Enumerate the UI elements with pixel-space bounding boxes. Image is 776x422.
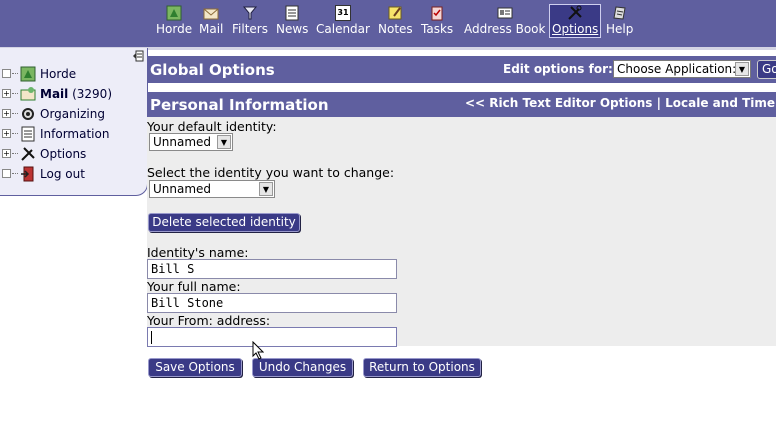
from-address-input[interactable] bbox=[147, 327, 397, 347]
chevron-down-icon: ▼ bbox=[217, 135, 231, 149]
tree-node-icon bbox=[2, 169, 11, 178]
page-title: Global Options bbox=[150, 61, 275, 79]
sidebar-item-label: Mail (3290) bbox=[40, 86, 112, 101]
tree-connector bbox=[12, 153, 18, 154]
horde-icon bbox=[166, 5, 182, 21]
return-to-options-button[interactable]: Return to Options bbox=[363, 358, 481, 377]
chevron-down-icon: ▼ bbox=[735, 62, 749, 76]
full-name-label: Your full name: bbox=[147, 279, 241, 294]
sidebar-item-label: Horde bbox=[40, 66, 77, 81]
text-caret bbox=[151, 331, 152, 344]
nav-label: Address Book bbox=[464, 22, 546, 36]
default-identity-label: Your default identity: bbox=[147, 119, 277, 134]
nav-horde[interactable]: Horde bbox=[156, 5, 192, 39]
nav-tasks[interactable]: Tasks bbox=[421, 5, 453, 39]
sidebar-item-label: Log out bbox=[40, 166, 85, 181]
delete-identity-button[interactable]: Delete selected identity bbox=[148, 213, 300, 232]
personal-information-header: Personal Information << Rich Text Editor… bbox=[147, 92, 776, 117]
tree-connector bbox=[12, 173, 18, 174]
options-icon bbox=[20, 146, 36, 162]
default-identity-select[interactable]: Unnamed ▼ bbox=[149, 133, 233, 151]
change-identity-label: Select the identity you want to change: bbox=[147, 165, 395, 180]
tree-connector bbox=[12, 113, 18, 114]
nav-address-book[interactable]: Address Book bbox=[464, 5, 545, 39]
nav-options[interactable]: Options bbox=[549, 4, 602, 38]
change-identity-value: Unnamed bbox=[153, 182, 212, 196]
unread-count: (3290) bbox=[72, 86, 112, 101]
sidebar-item-logout[interactable]: Log out bbox=[2, 165, 85, 182]
save-options-button[interactable]: Save Options bbox=[148, 358, 242, 377]
mouse-cursor-icon bbox=[252, 340, 265, 363]
sidebar-item-horde[interactable]: Horde bbox=[2, 65, 76, 82]
tree-connector bbox=[12, 73, 18, 74]
nav-label: Help bbox=[606, 22, 634, 36]
top-navigation-bar: Horde Mail Filters News 31 Calendar Note… bbox=[0, 0, 776, 47]
identity-form-panel: Your default identity: Unnamed ▼ Select … bbox=[147, 117, 776, 347]
expand-icon[interactable]: + bbox=[2, 149, 11, 158]
sidebar-item-label: Organizing bbox=[40, 106, 105, 121]
logout-icon bbox=[20, 166, 36, 182]
edit-options-label: Edit options for: bbox=[503, 62, 613, 76]
options-icon bbox=[567, 5, 583, 21]
full-name-input[interactable]: Bill Stone bbox=[147, 293, 397, 313]
nav-label: Mail bbox=[199, 22, 224, 36]
nav-label: Horde bbox=[156, 22, 193, 36]
nav-notes[interactable]: Notes bbox=[378, 5, 413, 39]
sidebar-item-organizing[interactable]: + Organizing bbox=[2, 105, 105, 122]
expand-icon[interactable]: + bbox=[2, 129, 11, 138]
go-button[interactable]: Go bbox=[757, 60, 776, 79]
nav-label: Notes bbox=[378, 22, 413, 36]
address-book-icon bbox=[497, 5, 513, 21]
sidebar-item-label: Information bbox=[40, 126, 110, 141]
identity-name-label: Identity's name: bbox=[147, 245, 249, 260]
tree-connector bbox=[12, 133, 18, 134]
nav-label: News bbox=[276, 22, 309, 36]
nav-label: Tasks bbox=[421, 22, 454, 36]
section-navigation-links[interactable]: << Rich Text Editor Options | Locale and… bbox=[465, 96, 776, 110]
information-icon bbox=[20, 126, 36, 142]
tree-node-icon bbox=[2, 69, 11, 78]
news-icon bbox=[284, 5, 300, 21]
organizing-icon bbox=[20, 106, 36, 122]
notes-icon bbox=[387, 5, 403, 21]
sidebar-item-mail[interactable]: + Mail (3290) bbox=[2, 85, 112, 102]
calendar-icon: 31 bbox=[334, 5, 351, 21]
nav-mail[interactable]: Mail bbox=[199, 5, 223, 39]
sidebar-item-information[interactable]: + Information bbox=[2, 125, 109, 142]
sidebar-item-label: Options bbox=[40, 146, 87, 161]
tree-connector bbox=[12, 93, 18, 94]
undo-changes-button[interactable]: Undo Changes bbox=[252, 358, 353, 377]
from-address-label: Your From: address: bbox=[147, 313, 271, 328]
nav-label: Calendar bbox=[316, 22, 370, 36]
section-title: Personal Information bbox=[150, 96, 329, 114]
application-select[interactable]: Choose Application: ▼ bbox=[613, 60, 751, 78]
expand-icon[interactable]: + bbox=[2, 89, 11, 98]
global-options-header: Global Options Edit options for: Choose … bbox=[147, 56, 776, 83]
nav-calendar[interactable]: 31 Calendar bbox=[316, 5, 370, 39]
chevron-down-icon: ▼ bbox=[259, 182, 273, 196]
horde-icon bbox=[20, 66, 36, 82]
change-identity-select[interactable]: Unnamed ▼ bbox=[149, 180, 275, 198]
identity-name-input[interactable]: Bill S bbox=[147, 259, 397, 279]
sidebar-item-options[interactable]: + Options bbox=[2, 145, 86, 162]
expand-icon[interactable]: + bbox=[2, 109, 11, 118]
application-select-value: Choose Application: bbox=[617, 62, 737, 76]
sidebar-collapse-icon[interactable] bbox=[132, 50, 144, 62]
default-identity-value: Unnamed bbox=[153, 135, 212, 149]
tasks-icon bbox=[429, 5, 445, 21]
help-icon bbox=[612, 5, 628, 21]
nav-label: Filters bbox=[232, 22, 268, 36]
nav-news[interactable]: News bbox=[276, 5, 308, 39]
filter-icon bbox=[242, 5, 258, 21]
nav-help[interactable]: Help bbox=[606, 5, 633, 39]
mail-icon bbox=[203, 5, 219, 21]
nav-label: Options bbox=[552, 22, 599, 36]
mail-icon bbox=[20, 86, 36, 102]
nav-filters[interactable]: Filters bbox=[232, 5, 268, 39]
